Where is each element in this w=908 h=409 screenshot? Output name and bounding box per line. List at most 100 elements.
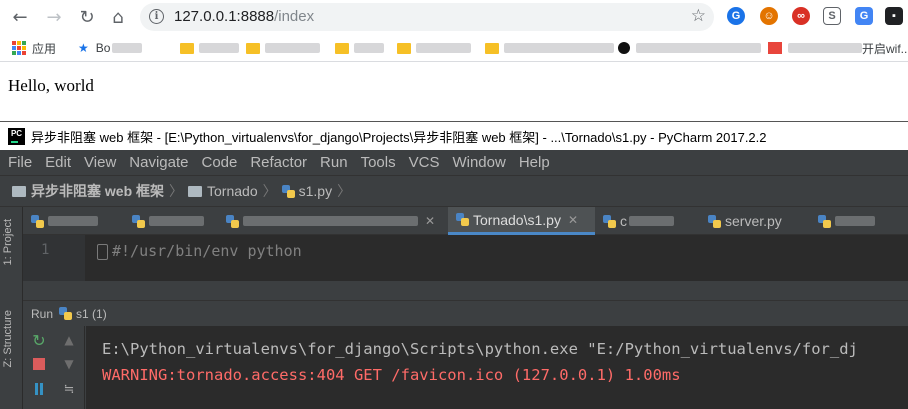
editor-tab-2[interactable]: [124, 207, 218, 235]
python-file-icon: [31, 214, 44, 228]
menu-vcs[interactable]: VCS: [409, 154, 440, 171]
code-editor[interactable]: 1 #!/usr/bin/env python: [23, 235, 908, 281]
address-bar[interactable]: i 127.0.0.1:8888/index ☆: [140, 3, 714, 31]
editor-tab-5[interactable]: c: [595, 207, 700, 235]
editor-gutter: 1: [23, 235, 85, 281]
extension-icon-6[interactable]: ▪: [885, 7, 903, 25]
bookmark-folder-2[interactable]: [246, 40, 320, 56]
folder-icon: [335, 42, 349, 54]
bookmark-star-icon[interactable]: ☆: [691, 6, 706, 26]
menu-file[interactable]: File: [8, 154, 32, 171]
bookmark-label: 开启wif...: [862, 41, 908, 56]
menu-view[interactable]: View: [84, 154, 116, 171]
bookmark-item-7[interactable]: 开启wif...: [768, 40, 908, 56]
structure-tool-tab[interactable]: Z: Structure: [2, 310, 14, 367]
run-config-tab[interactable]: s1 (1): [59, 307, 107, 321]
editor-tab-1[interactable]: [23, 207, 124, 235]
blurred-text: [416, 43, 471, 53]
python-file-icon: [708, 214, 721, 228]
bookmark-item-6[interactable]: [618, 40, 761, 56]
extension-icon-3[interactable]: ∞: [792, 7, 810, 25]
pycharm-logo-icon: PC: [8, 127, 25, 145]
python-file-icon: [59, 307, 73, 320]
back-arrow-icon: ←: [12, 6, 28, 28]
python-file-icon: [603, 214, 616, 228]
pause-bar: [40, 383, 43, 395]
menu-navigate[interactable]: Navigate: [129, 154, 188, 171]
extension-label: S: [828, 10, 836, 22]
close-tab-icon[interactable]: ✕: [425, 214, 435, 228]
breadcrumb-folder[interactable]: Tornado: [188, 183, 258, 199]
extension-icon-4[interactable]: S: [823, 7, 841, 25]
editor-tab-active[interactable]: Tornado\s1.py ✕: [448, 207, 595, 235]
folder-icon: [485, 42, 499, 54]
tab-label: c: [620, 213, 627, 229]
site-info-icon[interactable]: i: [149, 9, 164, 24]
breadcrumb-label: Tornado: [207, 183, 258, 199]
editor-tab-6[interactable]: server.py: [700, 207, 810, 235]
close-tab-icon[interactable]: ✕: [568, 213, 578, 227]
blurred-text: [48, 216, 98, 226]
editor-tab-3[interactable]: ✕: [218, 207, 448, 235]
forward-button[interactable]: →: [42, 5, 66, 29]
tab-label: Tornado\s1.py: [473, 211, 561, 228]
breadcrumb-file[interactable]: s1.py: [281, 183, 332, 199]
hello-text: Hello, world: [8, 76, 94, 95]
blurred-text: [354, 43, 384, 53]
python-file-icon: [818, 214, 831, 228]
code-line[interactable]: #!/usr/bin/env python: [112, 242, 302, 260]
python-file-icon: [281, 184, 295, 198]
bookmark-folder-5[interactable]: [485, 40, 614, 56]
editor-tab-bar: ✕ Tornado\s1.py ✕ c server.py: [23, 207, 908, 235]
menu-bar: File Edit View Navigate Code Refactor Ru…: [0, 150, 908, 175]
run-config-name: s1 (1): [76, 306, 107, 321]
fold-marker-icon[interactable]: [97, 244, 108, 260]
url-text[interactable]: 127.0.0.1:8888/index: [174, 8, 314, 25]
home-button[interactable]: ⌂: [106, 5, 130, 29]
breadcrumb-label: 异步非阻塞 web 框架: [31, 183, 165, 199]
rerun-icon[interactable]: ↻: [31, 331, 47, 350]
logo-text: PC: [10, 128, 23, 138]
apps-bookmark[interactable]: 应用: [12, 40, 56, 56]
extension-label: ☺: [763, 10, 775, 22]
editor-tab-7[interactable]: [810, 207, 908, 235]
menu-code[interactable]: Code: [201, 154, 237, 171]
extension-icon-2[interactable]: ☺: [760, 7, 778, 25]
pause-icon[interactable]: [31, 381, 47, 397]
menu-window[interactable]: Window: [452, 154, 505, 171]
pause-bar: [35, 383, 38, 395]
down-arrow-icon[interactable]: ▼: [61, 356, 77, 372]
stop-icon[interactable]: [31, 356, 47, 372]
url-host: 127.0.0.1:8888: [174, 8, 275, 25]
menu-run[interactable]: Run: [320, 154, 348, 171]
blurred-text: [835, 216, 875, 226]
starred-bookmark[interactable]: ★ Bo: [78, 40, 143, 56]
reload-button[interactable]: ↻: [75, 5, 99, 29]
folder-icon: [246, 42, 260, 54]
soft-wrap-icon[interactable]: ≒: [61, 381, 77, 397]
bookmark-folder-1[interactable]: [180, 40, 239, 56]
menu-tools[interactable]: Tools: [361, 154, 396, 171]
browser-toolbar: ← → ↻ ⌂ i 127.0.0.1:8888/index ☆ G ☺ ∞ S…: [0, 0, 908, 34]
bookmark-folder-4[interactable]: [397, 40, 471, 56]
up-arrow-icon[interactable]: ▲: [61, 332, 77, 348]
run-toolbar: ↻ ▲ ▼ ≒: [23, 326, 85, 409]
bookmark-folder-3[interactable]: [335, 40, 384, 56]
line-number: 1: [41, 242, 50, 258]
python-file-icon: [132, 214, 145, 228]
breadcrumb-project[interactable]: 异步非阻塞 web 框架: [12, 181, 164, 201]
menu-refactor[interactable]: Refactor: [250, 154, 307, 171]
web-page-content: Hello, world: [0, 63, 908, 121]
blurred-text: [504, 43, 614, 53]
title-bar[interactable]: PC 异步非阻塞 web 框架 - [E:\Python_virtualenvs…: [0, 122, 908, 150]
translate-extension-icon[interactable]: G: [855, 7, 873, 25]
bookmark-label: Bo: [95, 41, 111, 55]
menu-edit[interactable]: Edit: [45, 154, 71, 171]
run-console[interactable]: E:\Python_virtualenvs\for_django\Scripts…: [86, 326, 908, 409]
menu-help[interactable]: Help: [519, 154, 550, 171]
extension-icon-1[interactable]: G: [727, 7, 745, 25]
back-button[interactable]: ←: [8, 5, 32, 29]
project-tool-tab[interactable]: 1: Project: [2, 219, 14, 265]
python-file-icon: [456, 213, 469, 226]
chevron-right-icon: 〉: [169, 183, 184, 199]
